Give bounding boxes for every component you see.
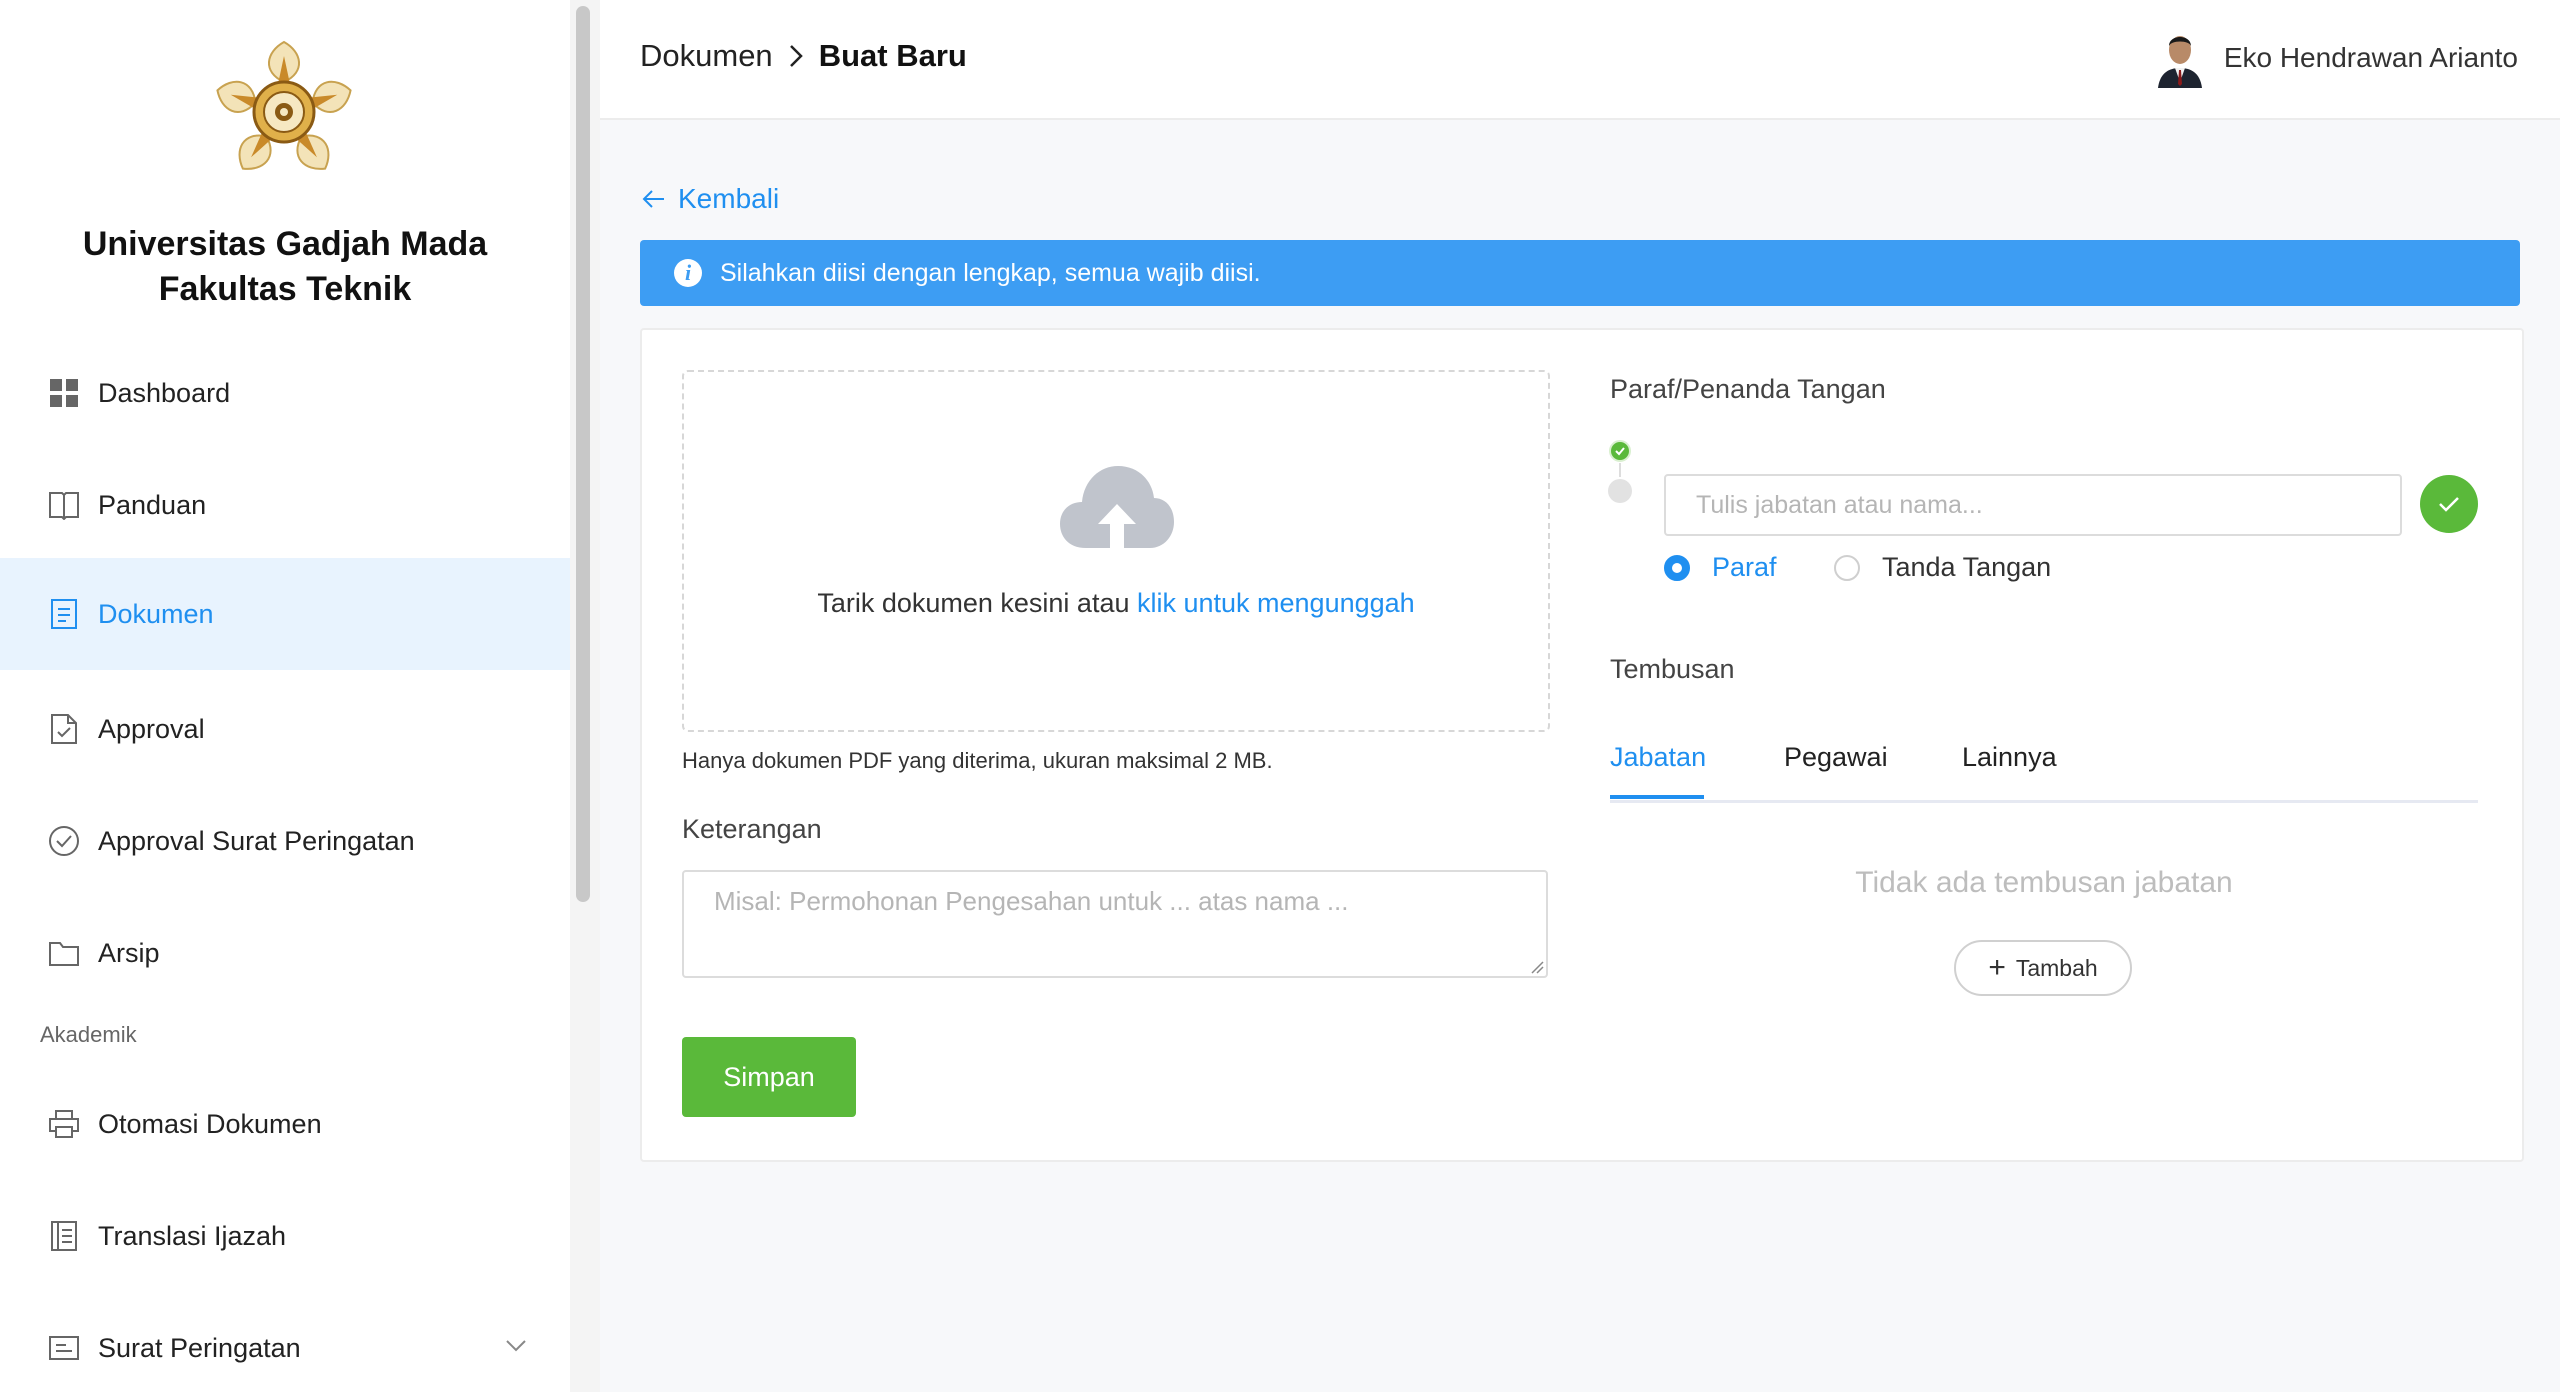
add-tembusan-button[interactable]: + Tambah (1954, 940, 2132, 996)
sidebar-item-dashboard[interactable]: Dashboard (0, 337, 570, 449)
sidebar-item-arsip[interactable]: Arsip (0, 897, 570, 1009)
check-circle-icon (48, 825, 80, 857)
radio-paraf[interactable]: Paraf (1664, 552, 1777, 583)
signer-input[interactable] (1664, 474, 2402, 536)
ledger-icon (48, 1220, 80, 1252)
breadcrumb-current: Buat Baru (818, 38, 967, 73)
keterangan-textarea[interactable] (682, 870, 1548, 978)
user-menu[interactable]: Eko Hendrawan Arianto (2154, 28, 2518, 88)
user-name[interactable]: Eko Hendrawan Arianto (2224, 42, 2518, 74)
dashboard-icon (48, 377, 80, 409)
sidebar-item-label: Surat Peringatan (98, 1332, 301, 1363)
top-header: Dokumen Buat Baru Eko Hendrawan Arianto (600, 0, 2560, 120)
tab-lainnya[interactable]: Lainnya (1962, 742, 2057, 773)
step-pending-icon (1608, 479, 1632, 503)
radio-tanda-tangan[interactable]: Tanda Tangan (1834, 552, 2051, 583)
resize-grip-icon[interactable] (1530, 960, 1544, 979)
tembusan-tabs: Jabatan Pegawai Lainnya (1610, 738, 2478, 803)
check-icon (2439, 497, 2459, 512)
document-icon (48, 598, 80, 630)
upload-instruction: Tarik dokumen kesini atau klik untuk men… (684, 588, 1548, 619)
printer-icon (48, 1108, 80, 1140)
sidebar-item-translasi-ijazah[interactable]: Translasi Ijazah (0, 1180, 570, 1292)
upload-dropzone[interactable]: Tarik dokumen kesini atau klik untuk men… (682, 370, 1550, 732)
arrow-left-icon (642, 190, 664, 208)
sidebar-section-akademik: Akademik (40, 1022, 137, 1047)
sidebar-item-label: Approval Surat Peringatan (98, 825, 415, 856)
save-button[interactable]: Simpan (682, 1037, 856, 1117)
step-connector (1619, 463, 1621, 477)
info-icon: i (674, 259, 702, 287)
sidebar-item-label: Otomasi Dokumen (98, 1108, 322, 1139)
signer-section-title: Paraf/Penanda Tangan (1610, 374, 1886, 404)
tab-pegawai[interactable]: Pegawai (1784, 742, 1888, 773)
empty-state-text: Tidak ada tembusan jabatan (1855, 866, 2233, 899)
add-tembusan-label[interactable]: Tambah (2016, 955, 2098, 982)
radio-paraf-circle[interactable] (1664, 554, 1690, 581)
sidebar-scrollbar-thumb[interactable] (576, 6, 590, 902)
step-done-icon (1609, 440, 1631, 462)
avatar[interactable] (2154, 28, 2206, 88)
chevron-down-icon[interactable] (505, 1339, 527, 1358)
keterangan-label: Keterangan (682, 814, 822, 844)
active-tab-indicator (1610, 795, 1704, 799)
brand-line2: Fakultas Teknik (158, 270, 412, 308)
sidebar-item-surat-peringatan[interactable]: Surat Peringatan (0, 1292, 570, 1392)
breadcrumb: Dokumen Buat Baru (640, 38, 967, 74)
sidebar-item-label: Arsip (98, 937, 160, 968)
sidebar-item-label: Dokumen (98, 598, 214, 629)
radio-paraf-label[interactable]: Paraf (1712, 552, 1777, 583)
cloud-upload-icon (1058, 460, 1176, 557)
file-check-icon (48, 713, 80, 745)
plus-icon: + (1988, 951, 2006, 984)
radio-tanda-tangan-label[interactable]: Tanda Tangan (1882, 552, 2051, 583)
chevron-right-icon (789, 44, 803, 68)
sidebar-item-label: Translasi Ijazah (98, 1220, 287, 1251)
sidebar-item-label: Panduan (98, 489, 207, 520)
brand-title: Universitas Gadjah Mada Fakultas Teknik (0, 222, 570, 312)
sidebar-item-label: Dashboard (98, 377, 231, 408)
sidebar-item-panduan[interactable]: Panduan (0, 449, 570, 561)
sidebar-item-dokumen[interactable]: Dokumen (0, 558, 570, 670)
upload-hint: Hanya dokumen PDF yang diterima, ukuran … (682, 748, 1273, 773)
sidebar: Universitas Gadjah Mada Fakultas Teknik … (0, 0, 572, 1392)
brand-line1: Universitas Gadjah Mada (82, 225, 488, 263)
tembusan-section-title: Tembusan (1610, 654, 1735, 684)
back-link[interactable]: Kembali (642, 183, 779, 215)
alert-text: Silahkan diisi dengan lengkap, semua waj… (720, 258, 1261, 287)
sidebar-item-otomasi-dokumen[interactable]: Otomasi Dokumen (0, 1068, 570, 1180)
upload-text: Tarik dokumen kesini atau (817, 588, 1137, 618)
info-alert: i Silahkan diisi dengan lengkap, semua w… (640, 240, 2520, 306)
folder-icon (48, 937, 80, 969)
sidebar-item-label: Approval (98, 713, 205, 744)
book-icon (48, 489, 80, 521)
back-label[interactable]: Kembali (678, 183, 779, 215)
breadcrumb-parent[interactable]: Dokumen (640, 38, 773, 74)
sidebar-item-approval-surat-peringatan[interactable]: Approval Surat Peringatan (0, 785, 570, 897)
university-logo (212, 36, 356, 188)
confirm-signer-button[interactable] (2420, 475, 2478, 533)
message-icon (48, 1332, 80, 1364)
sidebar-item-approval[interactable]: Approval (0, 673, 570, 785)
radio-tanda-tangan-circle[interactable] (1834, 554, 1860, 581)
upload-link[interactable]: klik untuk mengunggah (1137, 588, 1415, 618)
tab-jabatan[interactable]: Jabatan (1610, 742, 1706, 773)
